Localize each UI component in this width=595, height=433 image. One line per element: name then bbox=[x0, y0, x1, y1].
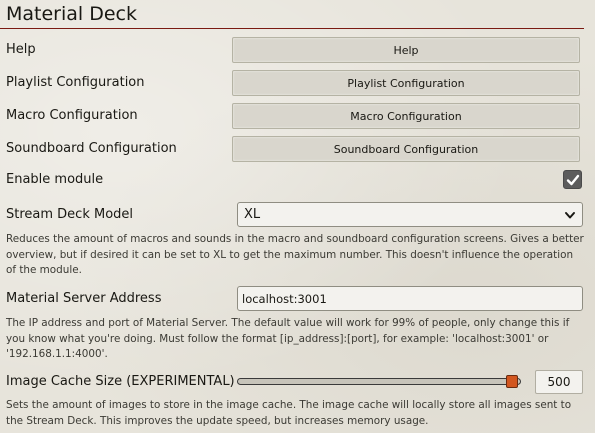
checkmark-icon bbox=[566, 174, 579, 185]
help-label: Help bbox=[6, 42, 36, 57]
server-address-input[interactable] bbox=[237, 286, 583, 311]
macro-config-label: Macro Configuration bbox=[6, 108, 138, 123]
stream-deck-model-value: XL bbox=[244, 207, 261, 222]
stream-deck-model-label: Stream Deck Model bbox=[6, 207, 134, 222]
server-address-label: Material Server Address bbox=[6, 291, 162, 306]
macro-config-button[interactable]: Macro Configuration bbox=[232, 103, 580, 129]
help-button[interactable]: Help bbox=[232, 37, 580, 63]
stream-deck-model-hint: Reduces the amount of macros and sounds … bbox=[6, 233, 584, 276]
page-title: Material Deck bbox=[6, 3, 137, 25]
image-cache-hint: Sets the amount of images to store in th… bbox=[6, 399, 572, 427]
image-cache-slider-track[interactable] bbox=[237, 378, 521, 385]
soundboard-config-button[interactable]: Soundboard Configuration bbox=[232, 136, 580, 162]
playlist-config-button[interactable]: Playlist Configuration bbox=[232, 70, 580, 96]
enable-module-label: Enable module bbox=[6, 172, 104, 187]
enable-module-checkbox[interactable] bbox=[563, 170, 582, 189]
image-cache-value: 500 bbox=[535, 370, 583, 394]
stream-deck-model-select[interactable]: XL bbox=[237, 202, 583, 227]
playlist-config-label: Playlist Configuration bbox=[6, 75, 145, 90]
image-cache-slider-thumb[interactable] bbox=[506, 375, 519, 388]
chevron-down-icon bbox=[565, 212, 575, 219]
soundboard-config-label: Soundboard Configuration bbox=[6, 141, 177, 156]
server-address-hint: The IP address and port of Material Serv… bbox=[6, 317, 570, 360]
image-cache-label: Image Cache Size (EXPERIMENTAL) bbox=[6, 374, 235, 389]
title-divider bbox=[0, 28, 584, 29]
